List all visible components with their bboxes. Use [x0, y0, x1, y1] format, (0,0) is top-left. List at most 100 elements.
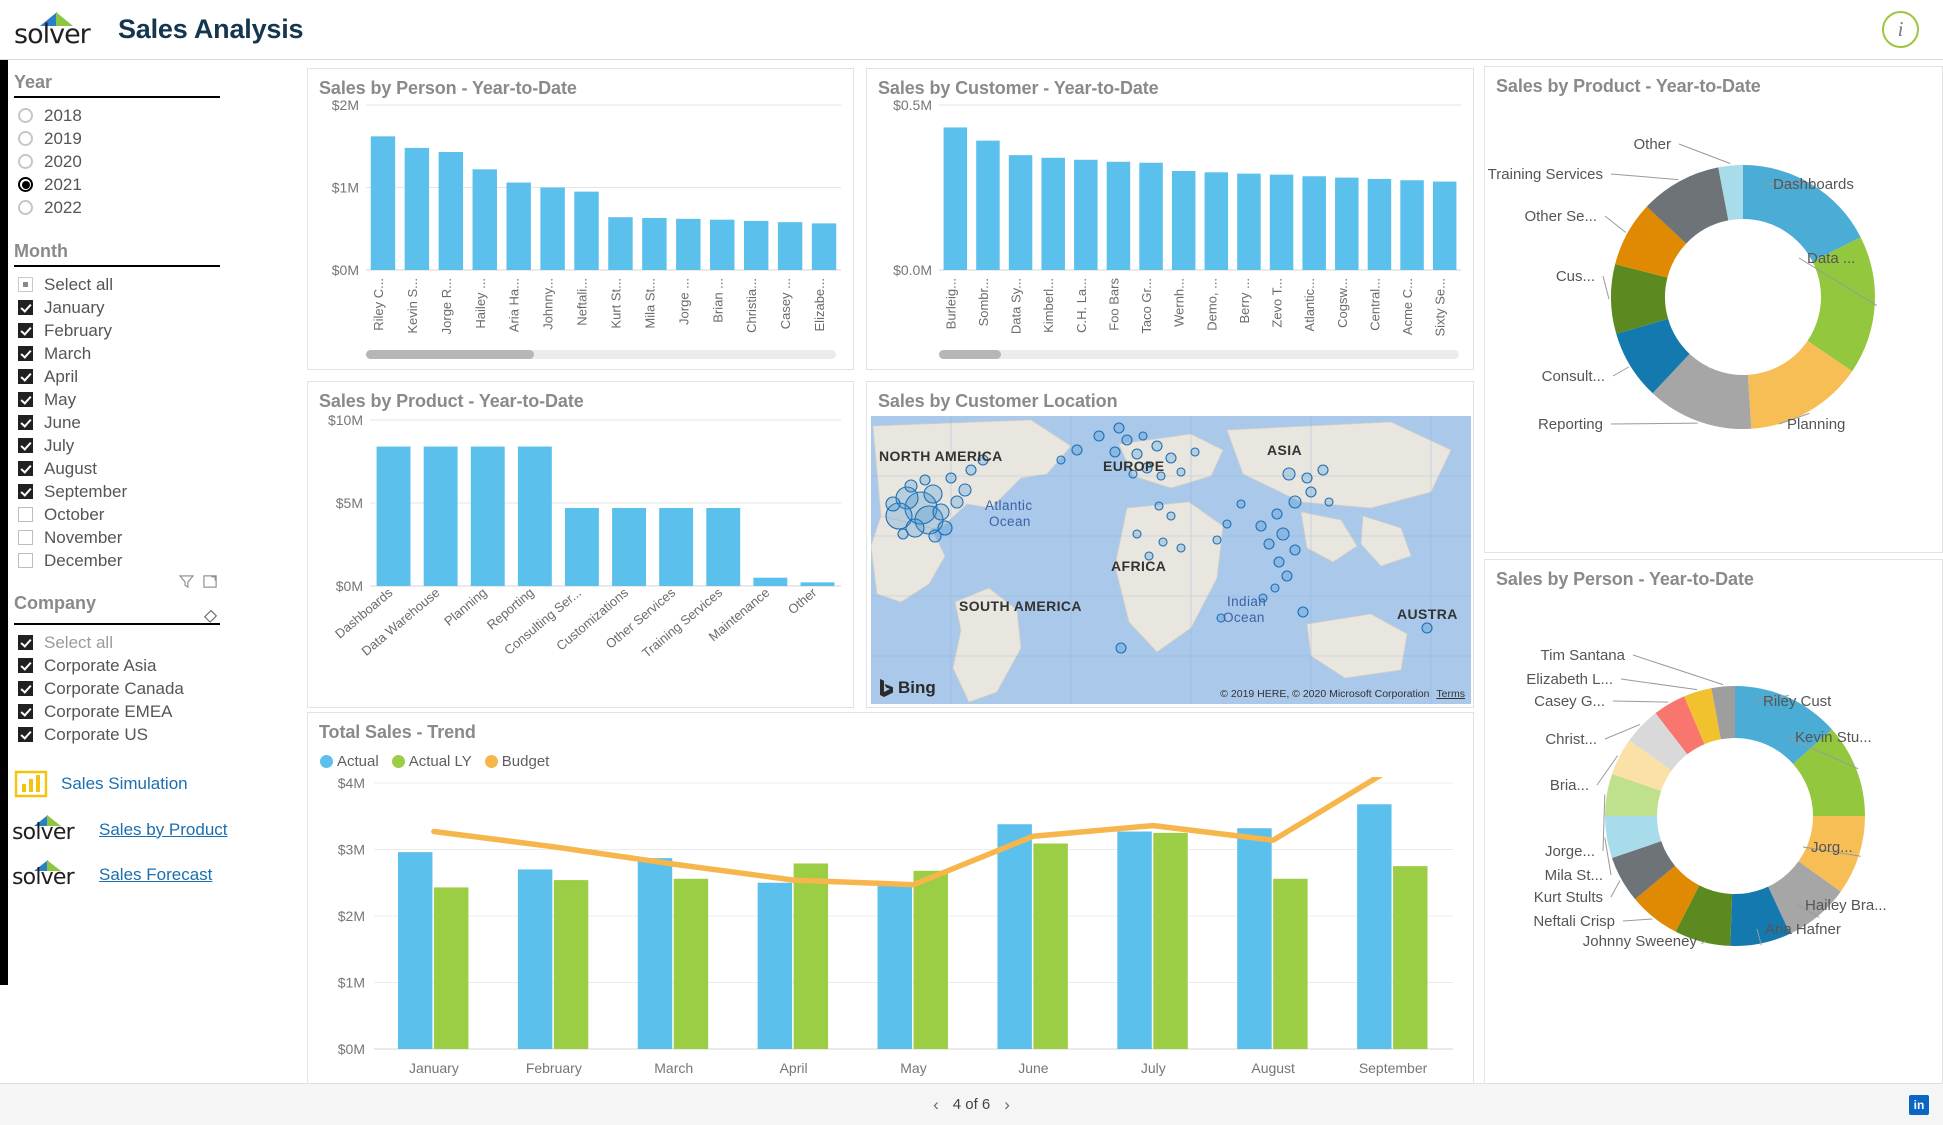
next-page-button[interactable]: ›	[1004, 1095, 1010, 1115]
bar[interactable]	[1269, 174, 1294, 270]
bar[interactable]	[800, 582, 835, 586]
bar[interactable]	[757, 882, 793, 1049]
focus-mode-icon[interactable]	[203, 574, 218, 589]
total-sales-trend-chart[interactable]: $0M $1M $2M $3M $4M January February March April…	[308, 777, 1473, 1087]
bar[interactable]	[564, 507, 599, 586]
prev-page-button[interactable]: ‹	[933, 1095, 939, 1115]
year-option-2018[interactable]: 2018	[18, 104, 234, 127]
checkbox-checked-icon[interactable]	[18, 346, 33, 361]
company-option-select-all[interactable]: Select all	[18, 631, 234, 654]
bar[interactable]	[793, 863, 829, 1049]
month-option-april[interactable]: April	[18, 365, 234, 388]
bar[interactable]	[642, 218, 667, 270]
radio-icon[interactable]	[18, 154, 33, 169]
sales-by-customer-bar-chart[interactable]: $0.0M $0.5M Burleig... Sombr... Data Sy... Ki…	[867, 97, 1473, 352]
bar[interactable]	[470, 446, 505, 586]
checkbox-partial-icon[interactable]	[18, 277, 33, 292]
horizontal-scrollbar[interactable]	[939, 350, 1459, 359]
year-option-2020[interactable]: 2020	[18, 150, 234, 173]
bar[interactable]	[472, 169, 497, 270]
nav-link-sales-by-product[interactable]: solver Sales by Product	[0, 814, 248, 845]
bar[interactable]	[1400, 180, 1424, 270]
checkbox-icon[interactable]	[18, 530, 33, 545]
bar[interactable]	[1237, 173, 1261, 270]
bar[interactable]	[1393, 866, 1428, 1049]
bar[interactable]	[1041, 157, 1065, 270]
legend-item-actual-ly[interactable]: Actual LY	[391, 753, 472, 770]
bar[interactable]	[743, 220, 769, 270]
bar[interactable]	[1171, 171, 1196, 270]
month-option-march[interactable]: March	[18, 342, 234, 365]
nav-link-sales-simulation[interactable]: Sales Simulation	[0, 768, 248, 800]
company-option-corporate-canada[interactable]: Corporate Canada	[18, 677, 234, 700]
radio-icon[interactable]	[18, 131, 33, 146]
checkbox-checked-icon[interactable]	[18, 438, 33, 453]
bar[interactable]	[1237, 828, 1272, 1049]
bar[interactable]	[877, 886, 912, 1049]
horizontal-scrollbar[interactable]	[366, 350, 836, 359]
month-option-january[interactable]: January	[18, 296, 234, 319]
bing-logo[interactable]: Bing	[879, 678, 936, 698]
checkbox-checked-icon[interactable]	[18, 484, 33, 499]
bar[interactable]	[976, 140, 1000, 270]
month-option-select-all[interactable]: Select all	[18, 273, 234, 296]
company-option-corporate-us[interactable]: Corporate US	[18, 723, 234, 746]
bar[interactable]	[397, 852, 433, 1049]
bar[interactable]	[1008, 155, 1033, 270]
bar[interactable]	[637, 858, 673, 1049]
bar[interactable]	[913, 870, 948, 1049]
bar[interactable]	[404, 147, 430, 270]
bar[interactable]	[673, 878, 709, 1049]
bar[interactable]	[433, 887, 469, 1049]
radio-selected-icon[interactable]	[18, 177, 33, 192]
bar[interactable]	[1204, 172, 1229, 270]
checkbox-checked-icon[interactable]	[18, 704, 33, 719]
bar[interactable]	[1432, 181, 1457, 270]
radio-icon[interactable]	[18, 200, 33, 215]
year-option-2019[interactable]: 2019	[18, 127, 234, 150]
bar[interactable]	[1335, 177, 1359, 270]
bar[interactable]	[1273, 878, 1308, 1049]
bar[interactable]	[574, 191, 599, 270]
company-option-corporate-emea[interactable]: Corporate EMEA	[18, 700, 234, 723]
legend-item-budget[interactable]: Budget	[484, 753, 549, 770]
year-option-2021[interactable]: 2021	[18, 173, 234, 196]
bar[interactable]	[553, 880, 589, 1049]
sales-by-product-bar-chart[interactable]: $0M$5M$10MDashboardsData WarehousePlanni…	[308, 412, 853, 704]
bar[interactable]	[777, 222, 803, 270]
bar[interactable]	[506, 182, 531, 270]
bar[interactable]	[1357, 804, 1392, 1049]
checkbox-icon[interactable]	[18, 553, 33, 568]
bar[interactable]	[438, 152, 464, 270]
bar[interactable]	[753, 577, 788, 586]
month-option-november[interactable]: November	[18, 526, 234, 549]
legend-item-actual[interactable]: Actual	[320, 753, 379, 770]
bar[interactable]	[1139, 162, 1163, 270]
bing-map[interactable]: NORTH AMERICA EUROPE ASIA AFRICA SOUTH A…	[871, 416, 1471, 704]
bar[interactable]	[517, 446, 552, 586]
month-option-july[interactable]: July	[18, 434, 234, 457]
bar[interactable]	[1033, 843, 1068, 1049]
sales-by-person-bar-chart[interactable]: $0M $1M $2M Riley C... Kevin S... Jorge R... H…	[308, 97, 853, 352]
bar[interactable]	[1117, 831, 1152, 1049]
checkbox-icon[interactable]	[18, 507, 33, 522]
radio-icon[interactable]	[18, 108, 33, 123]
month-option-december[interactable]: December	[18, 549, 234, 572]
info-button[interactable]: i	[1882, 11, 1919, 48]
company-option-corporate-asia[interactable]: Corporate Asia	[18, 654, 234, 677]
month-option-may[interactable]: May	[18, 388, 234, 411]
bar[interactable]	[1367, 178, 1392, 270]
bar[interactable]	[517, 869, 553, 1049]
bar[interactable]	[423, 446, 458, 586]
checkbox-checked-icon[interactable]	[18, 392, 33, 407]
month-option-february[interactable]: February	[18, 319, 234, 342]
bar[interactable]	[659, 507, 694, 586]
month-option-june[interactable]: June	[18, 411, 234, 434]
bar[interactable]	[370, 136, 396, 270]
checkbox-checked-icon[interactable]	[18, 369, 33, 384]
checkbox-checked-icon[interactable]	[18, 300, 33, 315]
clear-filter-icon[interactable]	[202, 607, 220, 623]
bar[interactable]	[1106, 161, 1131, 270]
bar[interactable]	[1153, 832, 1188, 1049]
sales-by-person-donut-chart[interactable]: Riley Cust Kevin Stu... Jorg... Hailey Bra.…	[1485, 594, 1942, 1084]
